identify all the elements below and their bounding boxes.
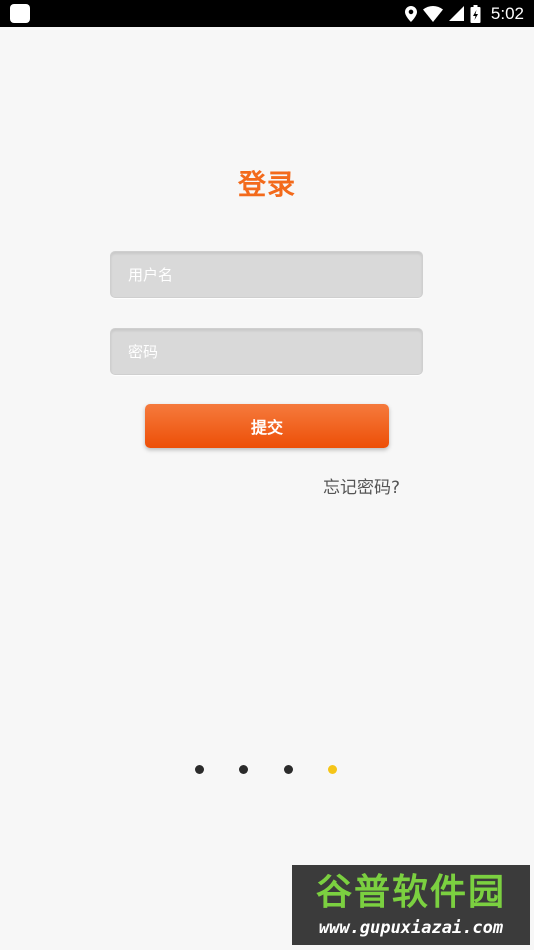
status-icons: 5:02 bbox=[404, 0, 524, 27]
submit-button[interactable]: 提交 bbox=[145, 404, 389, 448]
wifi-icon bbox=[422, 5, 443, 22]
app-notification-icon bbox=[10, 4, 30, 23]
username-field[interactable] bbox=[110, 251, 423, 298]
page-title: 登录 bbox=[237, 168, 296, 201]
status-time: 5:02 bbox=[490, 3, 524, 23]
forgot-password-link[interactable]: 忘记密码? bbox=[323, 473, 400, 498]
battery-icon bbox=[470, 4, 481, 23]
watermark-logo: 谷普软件园 www.gupuxiazai.com bbox=[292, 865, 530, 945]
page-dot[interactable] bbox=[284, 765, 293, 774]
watermark-brand: 谷普软件园 bbox=[315, 872, 506, 913]
page-dot[interactable] bbox=[239, 765, 248, 774]
page-dot[interactable] bbox=[195, 765, 204, 774]
username-input[interactable] bbox=[111, 252, 422, 297]
cell-signal-icon bbox=[448, 6, 464, 21]
watermark-url: www.gupuxiazai.com bbox=[318, 918, 504, 938]
page-dot[interactable] bbox=[328, 765, 337, 774]
page-indicator bbox=[195, 764, 340, 776]
password-input[interactable] bbox=[111, 329, 422, 374]
status-bar: 5:02 bbox=[0, 0, 534, 27]
password-field[interactable] bbox=[110, 328, 423, 375]
location-icon bbox=[404, 5, 417, 22]
